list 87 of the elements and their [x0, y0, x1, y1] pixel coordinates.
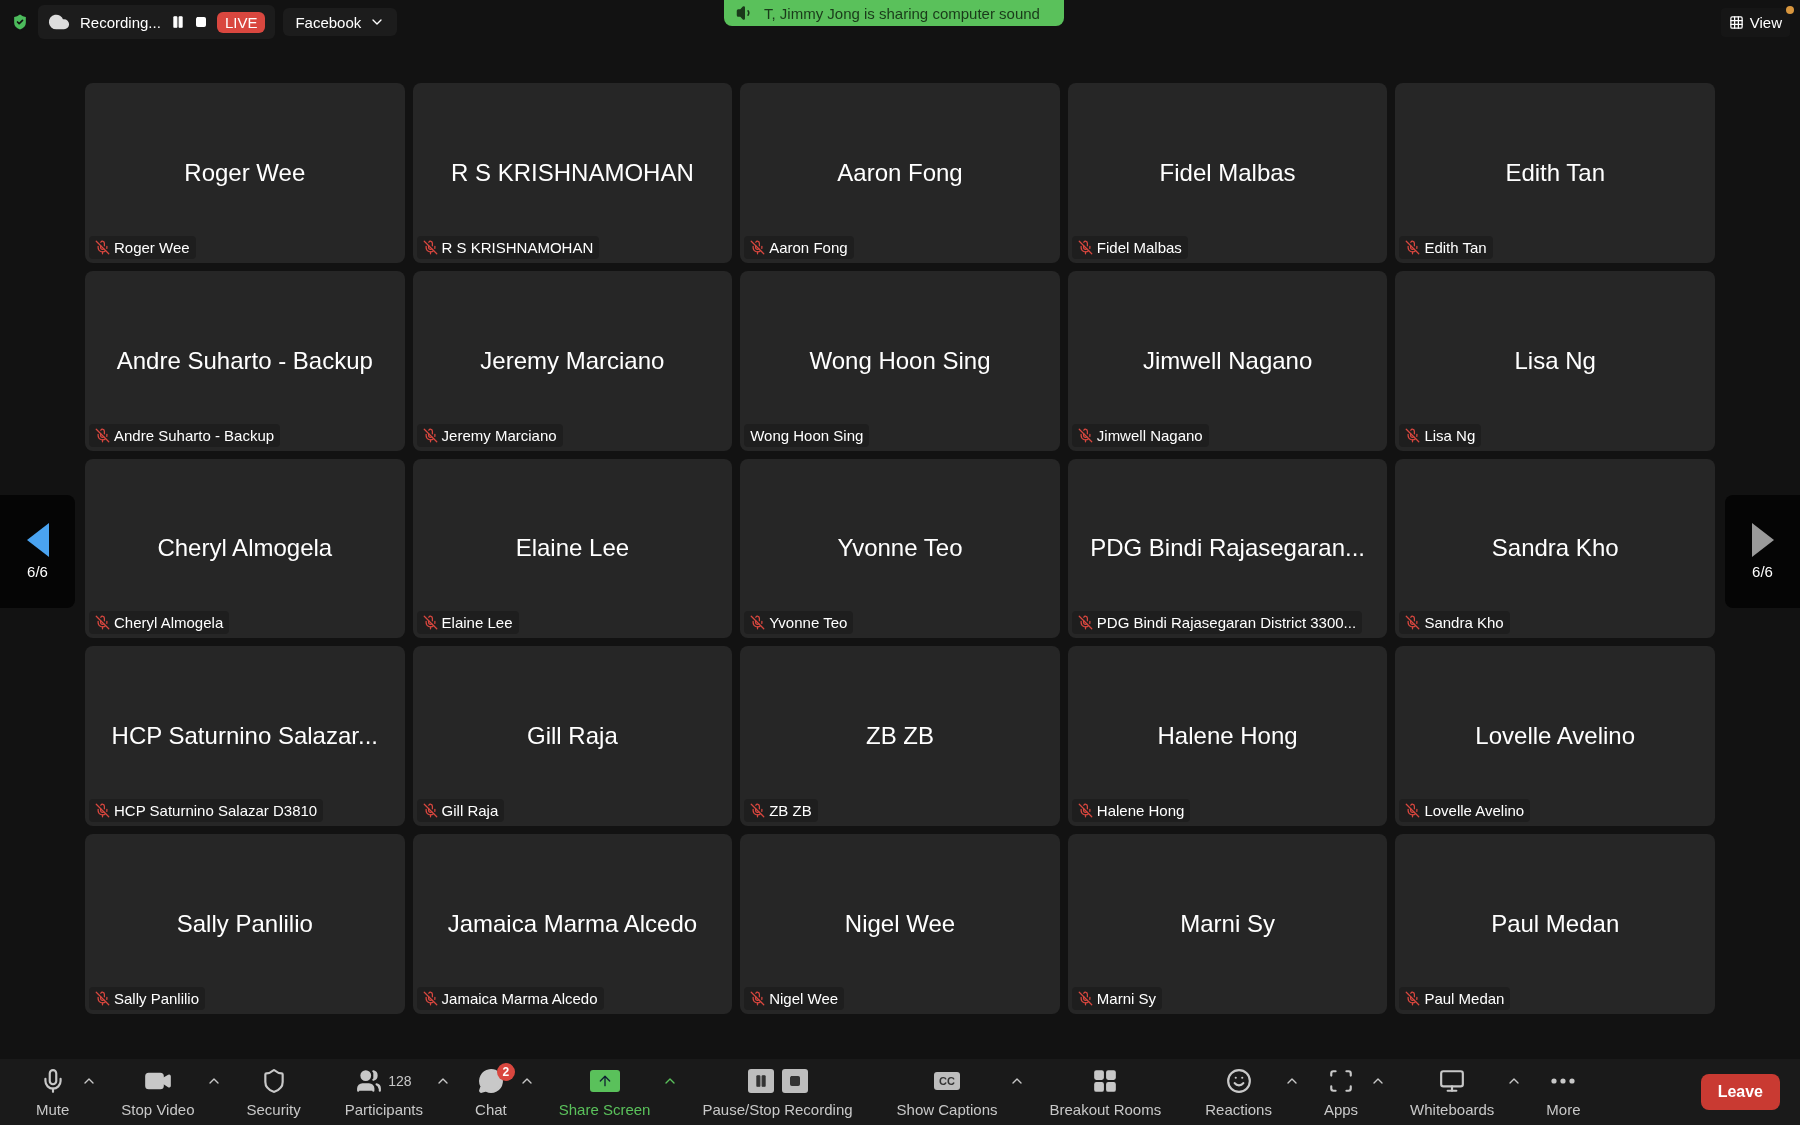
whiteboard-icon — [1439, 1067, 1466, 1094]
participant-name: Marni Sy — [1180, 910, 1275, 939]
participant-name: Halene Hong — [1157, 722, 1298, 751]
name-label-text: R S KRISHNAMOHAN — [441, 238, 594, 256]
participant-name: Lovelle Avelino — [1475, 722, 1636, 751]
participant-name: R S KRISHNAMOHAN — [451, 158, 694, 187]
recording-label: Recording... — [80, 13, 161, 31]
toolbar-button[interactable]: Mute — [30, 1062, 76, 1122]
participant-name: Jeremy Marciano — [480, 346, 665, 375]
participant-name: Yvonne Teo — [837, 534, 963, 563]
participant-name: Roger Wee — [184, 158, 306, 187]
toolbar-button[interactable]: Stop Video — [115, 1062, 201, 1122]
participant-name: Aaron Fong — [837, 158, 963, 187]
name-label-text: Andre Suharto - Backup — [114, 426, 275, 444]
name-label-text: Halene Hong — [1096, 802, 1185, 820]
name-label-text: HCP Saturnino Salazar D3810 — [114, 802, 318, 820]
live-badge: LIVE — [216, 11, 266, 33]
toolbar-button[interactable]: Share Screen — [552, 1062, 657, 1122]
name-label-text: Lovelle Avelino — [1424, 802, 1525, 820]
name-label-text: Sally Panlilio — [114, 990, 200, 1007]
left-triangle-icon — [26, 523, 49, 557]
grid-icon — [1728, 14, 1744, 30]
participant-name: ZB ZB — [866, 722, 934, 751]
participant-name: Paul Medan — [1491, 910, 1620, 939]
participant-name: Edith Tan — [1505, 158, 1605, 187]
leave-button[interactable]: Leave — [1700, 1074, 1780, 1110]
captions-icon: CC — [934, 1071, 960, 1090]
apps-icon — [1328, 1067, 1354, 1094]
smiley-icon — [1225, 1067, 1252, 1094]
participant-name: Sally Panlilio — [176, 910, 313, 939]
toolbar-button[interactable]: Pause/Stop Recording — [696, 1062, 859, 1122]
name-label-text: Edith Tan — [1424, 238, 1487, 256]
grid-icon — [1092, 1067, 1119, 1094]
name-label-text: Jeremy Marciano — [441, 426, 557, 444]
name-label-text: PDG Bindi Rajasegaran District 3300... — [1096, 614, 1357, 632]
speech-bubble-icon — [477, 1067, 504, 1094]
name-label-text: Sandra Kho — [1424, 614, 1504, 632]
participant-name: Jimwell Nagano — [1142, 346, 1313, 375]
participant-name: Andre Suharto - Backup — [116, 346, 373, 375]
participant-name: HCP Saturnino Salazar... — [111, 722, 378, 751]
toolbar-button[interactable]: Reactions — [1199, 1062, 1278, 1122]
notification-dot — [1786, 5, 1794, 14]
name-label-text: Nigel Wee — [769, 990, 839, 1007]
toolbar-button[interactable]: CC Show Captions — [890, 1062, 1004, 1122]
name-label-text: Aaron Fong — [769, 238, 848, 256]
toolbar-button[interactable]: 128 Participants — [338, 1062, 430, 1122]
toolbar-button[interactable]: Apps — [1317, 1062, 1365, 1122]
pause-icon[interactable] — [170, 15, 185, 29]
right-triangle-icon — [1751, 523, 1774, 557]
sharing-text: T, Jimmy Jong is sharing computer sound — [764, 4, 1040, 22]
participant-name: Gill Raja — [527, 722, 618, 751]
name-label-text: Yvonne Teo — [769, 614, 848, 632]
participant-name: Elaine Lee — [515, 534, 630, 563]
people-icon — [356, 1067, 383, 1094]
name-label-text: Paul Medan — [1424, 990, 1505, 1007]
name-label-text: Marni Sy — [1096, 990, 1156, 1007]
participant-name: Cheryl Almogela — [157, 534, 333, 563]
share-screen-icon — [589, 1069, 620, 1092]
name-label-text: Gill Raja — [441, 802, 499, 820]
stop-icon[interactable] — [194, 16, 207, 28]
toolbar-button[interactable]: More — [1540, 1062, 1587, 1122]
toolbar-button[interactable]: Breakout Rooms — [1043, 1062, 1168, 1122]
more-icon — [1551, 1077, 1576, 1084]
previous-page-button[interactable]: 6/6 — [0, 495, 75, 608]
participant-name: Wong Hoon Sing — [809, 346, 991, 375]
name-label-text: Roger Wee — [114, 238, 190, 256]
name-label-text: Lisa Ng — [1424, 426, 1476, 444]
name-label-text: Jamaica Marma Alcedo — [441, 990, 598, 1007]
name-label-text: Elaine Lee — [441, 614, 513, 632]
toolbar-button[interactable]: Whiteboards — [1404, 1062, 1501, 1122]
participant-name: Lisa Ng — [1514, 346, 1596, 375]
toolbar-button[interactable]: Security — [240, 1062, 307, 1122]
name-label-text: Wong Hoon Sing — [750, 426, 864, 444]
toolbar-button[interactable]: 2 Chat — [469, 1062, 513, 1122]
unread-badge: 2 — [496, 1062, 515, 1081]
participant-count: 128 — [388, 1072, 412, 1089]
name-label-text: ZB ZB — [769, 802, 812, 820]
participant-name: Sandra Kho — [1491, 534, 1619, 563]
name-label-text: Jimwell Nagano — [1096, 426, 1203, 444]
participant-name: Jamaica Marma Alcedo — [447, 910, 698, 939]
destination-dropdown[interactable]: Facebook — [283, 8, 398, 36]
name-label-text: Cheryl Almogela — [114, 614, 224, 632]
participant-name: Fidel Malbas — [1159, 158, 1296, 187]
name-label-text: Fidel Malbas — [1096, 238, 1182, 256]
participant-name: Nigel Wee — [844, 910, 956, 939]
participant-name: PDG Bindi Rajasegaran... — [1090, 534, 1365, 563]
pause-stop-icon — [747, 1068, 808, 1093]
